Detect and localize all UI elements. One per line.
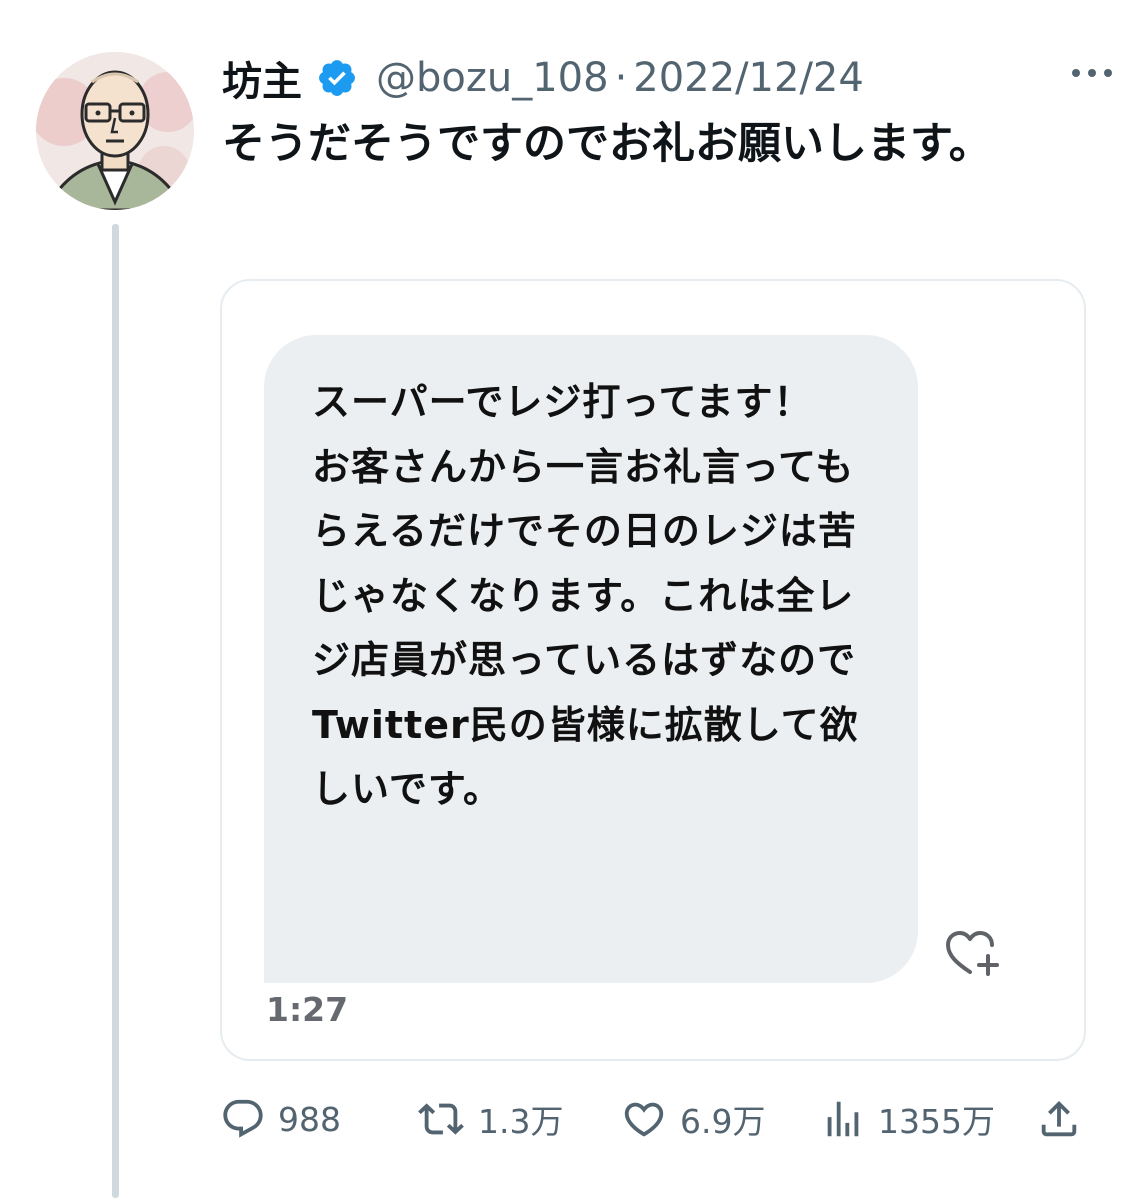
retweet-count: 1.3万	[478, 1102, 564, 1141]
reply-button[interactable]: 988	[220, 1092, 341, 1146]
views-count: 1355万	[878, 1102, 995, 1141]
message-text: スーパーでレジ打ってます！ お客さんから一言お礼言ってもらえるだけでその日のレジ…	[312, 370, 892, 822]
message-time: 1:27	[266, 990, 349, 1029]
tweet-actions-bar: 988 1.3万 6.9万 1355万	[220, 1092, 1090, 1146]
share-icon	[1041, 1100, 1077, 1137]
reply-count: 988	[278, 1099, 341, 1139]
cartoon-monk-avatar	[36, 52, 194, 210]
author-avatar[interactable]	[36, 52, 194, 210]
tweet-date[interactable]: 2022/12/24	[633, 55, 864, 101]
verified-badge-icon	[319, 60, 355, 96]
message-text-content: スーパーでレジ打ってます！ お客さんから一言お礼言ってもらえるだけでその日のレジ…	[312, 380, 859, 811]
heart-plus-icon[interactable]	[944, 928, 1004, 978]
author-handle[interactable]: @bozu_108	[376, 55, 609, 101]
views-chart-icon	[827, 1101, 859, 1137]
like-button[interactable]: 6.9万	[620, 1092, 765, 1146]
retweet-icon	[418, 1103, 464, 1135]
more-options-icon[interactable]	[1066, 58, 1118, 88]
header-separator: ·	[614, 55, 628, 101]
share-button[interactable]	[1036, 1092, 1082, 1146]
views-button[interactable]: 1355万	[820, 1092, 995, 1146]
like-count: 6.9万	[680, 1102, 766, 1141]
author-display-name[interactable]: 坊主	[222, 49, 302, 107]
retweet-button[interactable]: 1.3万	[416, 1092, 563, 1146]
tweet-text: そうだそうですのでお礼お願いします。	[222, 119, 992, 169]
heart-icon	[624, 1102, 664, 1137]
reply-icon	[223, 1099, 263, 1138]
tweet-header: 坊主 @bozu_108 · 2022/12/24	[222, 50, 864, 106]
thread-line	[112, 224, 119, 1198]
